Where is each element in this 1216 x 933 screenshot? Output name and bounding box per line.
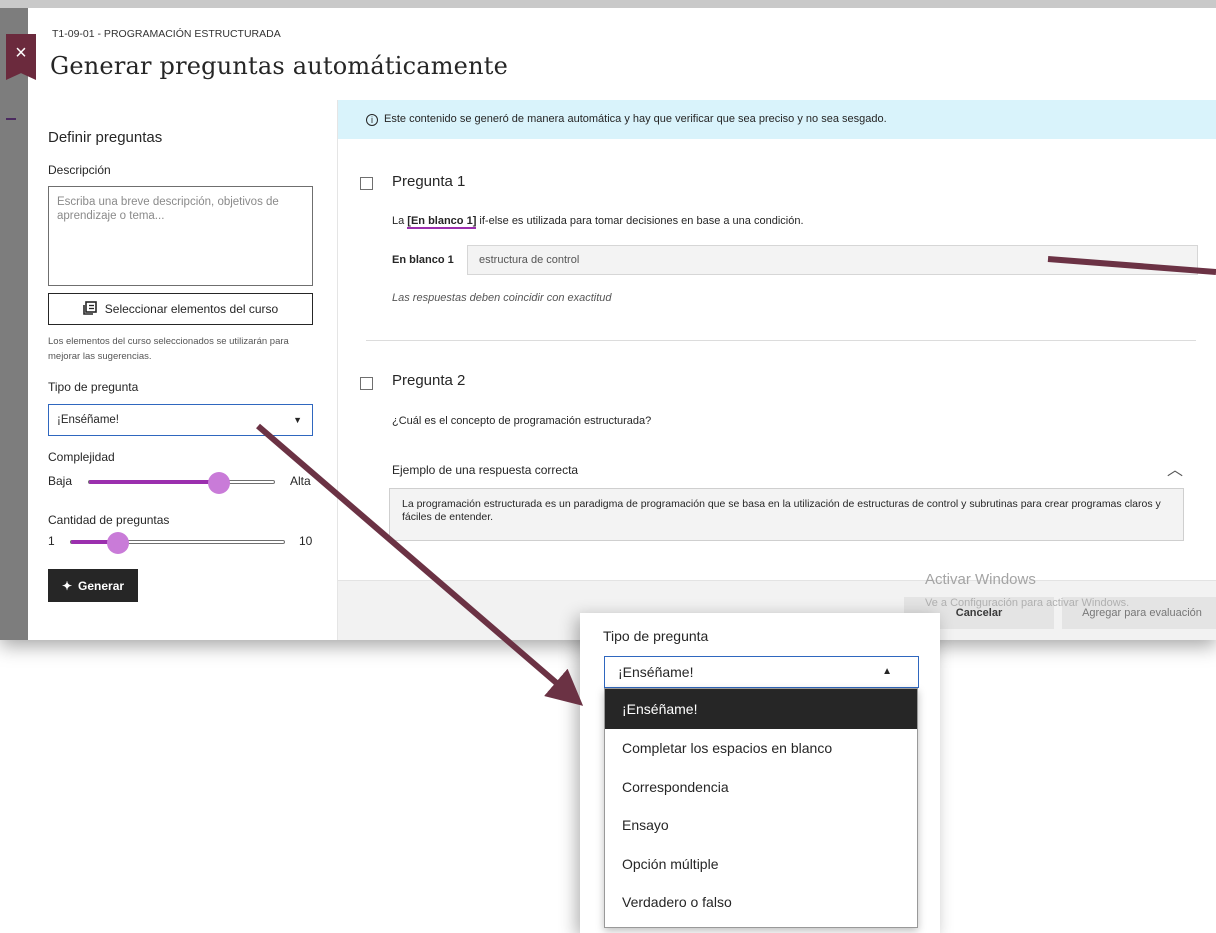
page-title: Generar preguntas automáticamente bbox=[50, 52, 508, 80]
activate-windows-watermark: Activar Windows bbox=[925, 571, 1036, 588]
background-page-strip bbox=[0, 8, 28, 640]
complexity-high-label: Alta bbox=[290, 474, 311, 488]
question-2-text: ¿Cuál es el concepto de programación est… bbox=[392, 415, 652, 427]
question-type-options: ¡Enséñame! Completar los espacios en bla… bbox=[604, 688, 918, 928]
define-questions-heading: Definir preguntas bbox=[48, 129, 163, 146]
zoom-selected-value: ¡Enséñame! bbox=[618, 664, 694, 680]
option-multiple-choice[interactable]: Opción múltiple bbox=[605, 845, 917, 884]
question-2-title: Pregunta 2 bbox=[392, 372, 466, 389]
activate-windows-subtext: Ve a Configuración para activar Windows. bbox=[925, 597, 1130, 609]
blank-1-reference[interactable]: [En blanco 1] bbox=[407, 215, 477, 229]
question-count-slider-row: 1 10 bbox=[48, 531, 338, 554]
question-count-min-label: 1 bbox=[48, 534, 55, 548]
main-window: × T1-09-01 - PROGRAMACIÓN ESTRUCTURADA G… bbox=[0, 0, 1216, 640]
info-icon: i bbox=[366, 114, 378, 126]
question-type-value: ¡Enséñame! bbox=[57, 414, 120, 426]
breadcrumb: T1-09-01 - PROGRAMACIÓN ESTRUCTURADA bbox=[52, 28, 281, 40]
description-input[interactable]: Escriba una breve descripción, objetivos… bbox=[48, 186, 313, 286]
example-answer-heading[interactable]: Ejemplo de una respuesta correcta bbox=[392, 463, 578, 477]
generate-label: Generar bbox=[78, 578, 125, 593]
question-type-select[interactable]: ¡Enséñame! ▼ bbox=[48, 404, 313, 436]
option-matching[interactable]: Correspondencia bbox=[605, 768, 917, 807]
course-items-icon bbox=[82, 300, 97, 318]
panel-header: T1-09-01 - PROGRAMACIÓN ESTRUCTURADA Gen… bbox=[36, 8, 1216, 100]
option-true-false[interactable]: Verdadero o falso bbox=[605, 883, 917, 922]
complexity-slider-fill bbox=[89, 480, 219, 484]
ai-info-banner: i Este contenido se generó de manera auto… bbox=[338, 100, 1216, 139]
ai-info-text: Este contenido se generó de manera autom… bbox=[384, 113, 887, 125]
option-teach-me[interactable]: ¡Enséñame! bbox=[605, 689, 917, 729]
blank-1-label: En blanco 1 bbox=[392, 254, 454, 266]
complexity-slider-row: Baja Alta bbox=[48, 471, 338, 494]
question-count-slider-thumb[interactable] bbox=[107, 532, 129, 554]
background-tab-indicator bbox=[6, 118, 16, 120]
generate-button[interactable]: ✦ Generar bbox=[48, 569, 138, 602]
caret-down-icon: ▼ bbox=[293, 415, 302, 425]
chevron-up-icon[interactable]: ︿ bbox=[1167, 456, 1183, 480]
window-top-strip bbox=[0, 0, 1216, 8]
question-type-label: Tipo de pregunta bbox=[48, 380, 139, 394]
question-2-checkbox[interactable] bbox=[360, 377, 373, 390]
question-1-text-before: La bbox=[392, 215, 408, 227]
question-1-title: Pregunta 1 bbox=[392, 173, 466, 190]
select-course-items-button[interactable]: Seleccionar elementos del curso bbox=[48, 293, 313, 325]
caret-up-icon: ▲ bbox=[882, 666, 892, 677]
question-1-checkbox[interactable] bbox=[360, 177, 373, 190]
complexity-slider[interactable] bbox=[88, 472, 275, 494]
complexity-label: Complejidad bbox=[48, 450, 115, 464]
complexity-slider-thumb[interactable] bbox=[208, 472, 230, 494]
question-1-text: La [En blanco 1] if-else es utilizada pa… bbox=[392, 215, 804, 229]
question-1-text-after: if-else es utilizada para tomar decision… bbox=[476, 215, 804, 227]
question-divider bbox=[366, 340, 1196, 341]
example-answer-box: La programación estructurada es un parad… bbox=[389, 488, 1184, 541]
question-count-label: Cantidad de preguntas bbox=[48, 513, 170, 527]
select-course-items-label: Seleccionar elementos del curso bbox=[104, 302, 279, 316]
zoom-question-type-label: Tipo de pregunta bbox=[603, 628, 709, 644]
define-questions-panel: Definir preguntas Descripción Escriba un… bbox=[28, 100, 338, 640]
sparkle-icon: ✦ bbox=[61, 578, 73, 593]
close-icon[interactable]: × bbox=[6, 34, 36, 80]
question-count-slider[interactable] bbox=[70, 532, 285, 554]
questions-panel: i Este contenido se generó de manera auto… bbox=[338, 100, 1216, 640]
course-items-note: Los elementos del curso seleccionados se… bbox=[48, 336, 289, 362]
option-fill-in-blank[interactable]: Completar los espacios en blanco bbox=[605, 729, 917, 768]
description-label: Descripción bbox=[48, 163, 111, 177]
zoom-question-type-select[interactable]: ¡Enséñame! ▲ bbox=[604, 656, 919, 688]
complexity-low-label: Baja bbox=[48, 474, 73, 488]
exact-match-note: Las respuestas deben coincidir con exact… bbox=[392, 292, 612, 304]
question-count-max-label: 10 bbox=[299, 534, 313, 548]
blank-1-answer-field[interactable]: estructura de control bbox=[467, 245, 1198, 275]
dropdown-zoom-callout: Tipo de pregunta ¡Enséñame! ▲ ¡Enséñame!… bbox=[580, 613, 940, 933]
option-essay[interactable]: Ensayo bbox=[605, 806, 917, 845]
